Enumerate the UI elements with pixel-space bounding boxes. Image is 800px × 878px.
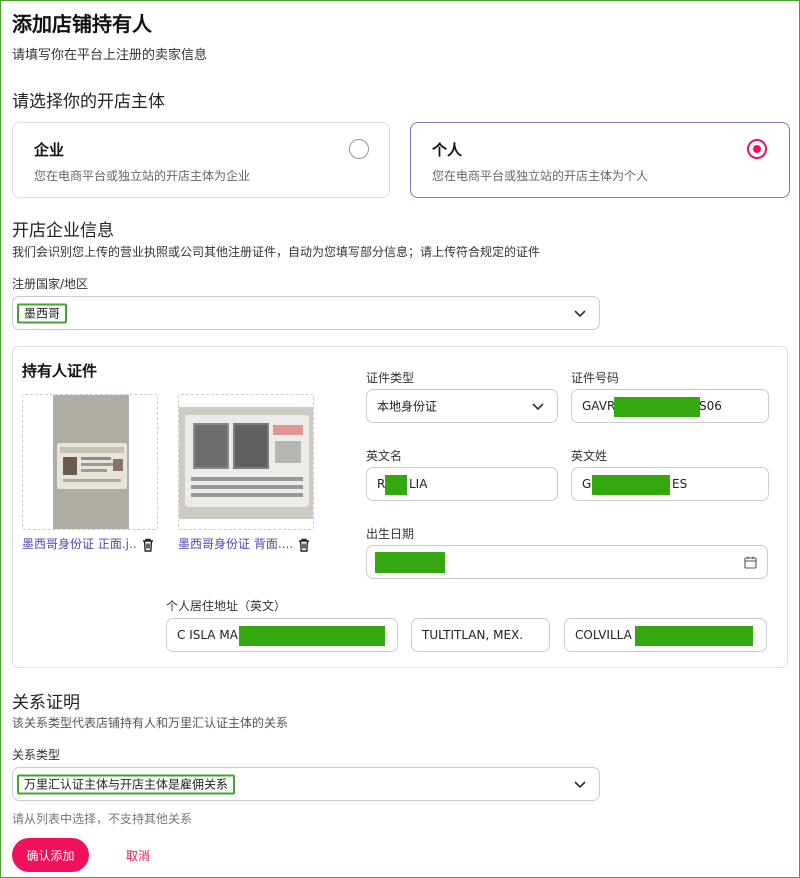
trash-icon[interactable] [140, 537, 156, 553]
entity-heading: 请选择你的开店主体 [12, 92, 165, 112]
last-name-input[interactable]: G ES [571, 467, 769, 501]
address-line-2-input[interactable]: TULTITLAN, MEX. [411, 618, 550, 652]
id-front-thumbnail[interactable] [22, 394, 158, 530]
confirm-add-button[interactable]: 确认添加 [12, 838, 89, 872]
last-name-label: 英文姓 [571, 449, 608, 463]
entity-card-desc: 您在电商平台或独立站的开店主体为企业 [34, 169, 251, 183]
holder-panel: 持有人证件 墨西哥身份证 正面.j... 墨西哥身份证 背面.... 证件类型 … [12, 346, 788, 668]
holder-heading: 持有人证件 [22, 362, 98, 380]
chevron-down-icon [532, 403, 544, 411]
redaction-block [239, 626, 385, 646]
address-line-3-input[interactable]: COLVILLA [564, 618, 767, 652]
first-name-input[interactable]: R LIA [366, 467, 558, 501]
country-value: 墨西哥 [17, 303, 68, 324]
relation-type-select[interactable]: 万里汇认证主体与开店主体是雇佣关系 [12, 767, 600, 801]
redaction-block [614, 397, 700, 417]
address-2-value: TULTITLAN, MEX. [422, 628, 524, 642]
address-1-prefix: C ISLA MA [177, 628, 238, 642]
id-front-image [53, 395, 129, 529]
page-subtitle: 请填写你在平台上注册的卖家信息 [12, 48, 208, 63]
id-front-filename[interactable]: 墨西哥身份证 正面.j... [22, 535, 137, 552]
id-type-select[interactable]: 本地身份证 [366, 389, 558, 423]
first-name-suffix: LIA [409, 477, 428, 491]
redaction-block [635, 626, 753, 646]
redaction-block [375, 552, 445, 573]
relation-type-label: 关系类型 [12, 748, 61, 762]
last-name-prefix: G [582, 477, 592, 491]
entity-card-individual[interactable]: 个人 您在电商平台或独立站的开店主体为个人 [410, 122, 790, 198]
address-line-1-input[interactable]: C ISLA MA [166, 618, 398, 652]
id-back-thumbnail[interactable] [178, 394, 314, 530]
relation-type-value: 万里汇认证主体与开店主体是雇佣关系 [17, 774, 236, 795]
id-number-input[interactable]: GAVR S06 [571, 389, 769, 423]
country-select[interactable]: 墨西哥 [12, 296, 600, 330]
country-label: 注册国家/地区 [12, 277, 89, 291]
calendar-icon[interactable] [744, 556, 757, 569]
page-title: 添加店铺持有人 [12, 12, 152, 36]
id-type-value: 本地身份证 [377, 399, 438, 414]
company-heading: 开店企业信息 [12, 221, 114, 241]
redaction-block [385, 475, 407, 495]
id-back-filename[interactable]: 墨西哥身份证 背面.... [178, 535, 293, 552]
first-name-label: 英文名 [366, 449, 403, 463]
id-number-suffix: S06 [699, 399, 722, 413]
address-label: 个人居住地址（英文） [166, 599, 287, 613]
relation-desc: 该关系类型代表店铺持有人和万里汇认证主体的关系 [12, 716, 289, 730]
relation-heading: 关系证明 [12, 693, 80, 713]
chevron-down-icon [574, 310, 586, 318]
trash-icon[interactable] [296, 537, 312, 553]
entity-card-company[interactable]: 企业 您在电商平台或独立站的开店主体为企业 [12, 122, 390, 198]
radio-individual[interactable] [747, 139, 767, 159]
entity-card-title: 企业 [34, 141, 65, 159]
id-number-prefix: GAVR [582, 399, 616, 413]
chevron-down-icon [574, 781, 586, 789]
entity-card-title: 个人 [432, 141, 463, 159]
birth-date-input[interactable] [366, 545, 768, 579]
entity-card-desc: 您在电商平台或独立站的开店主体为个人 [432, 169, 649, 183]
last-name-suffix: ES [672, 477, 688, 491]
id-back-image [179, 407, 313, 519]
birth-label: 出生日期 [366, 527, 415, 541]
cancel-button[interactable]: 取消 [118, 838, 158, 872]
address-3-prefix: COLVILLA [575, 628, 632, 642]
relation-hint: 请从列表中选择，不支持其他关系 [12, 812, 193, 826]
redaction-block [592, 475, 670, 495]
id-type-label: 证件类型 [366, 371, 415, 385]
radio-company[interactable] [349, 139, 369, 159]
company-desc: 我们会识别您上传的营业执照或公司其他注册证件，自动为您填写部分信息；请上传符合规… [12, 245, 541, 259]
id-number-label: 证件号码 [571, 371, 620, 385]
